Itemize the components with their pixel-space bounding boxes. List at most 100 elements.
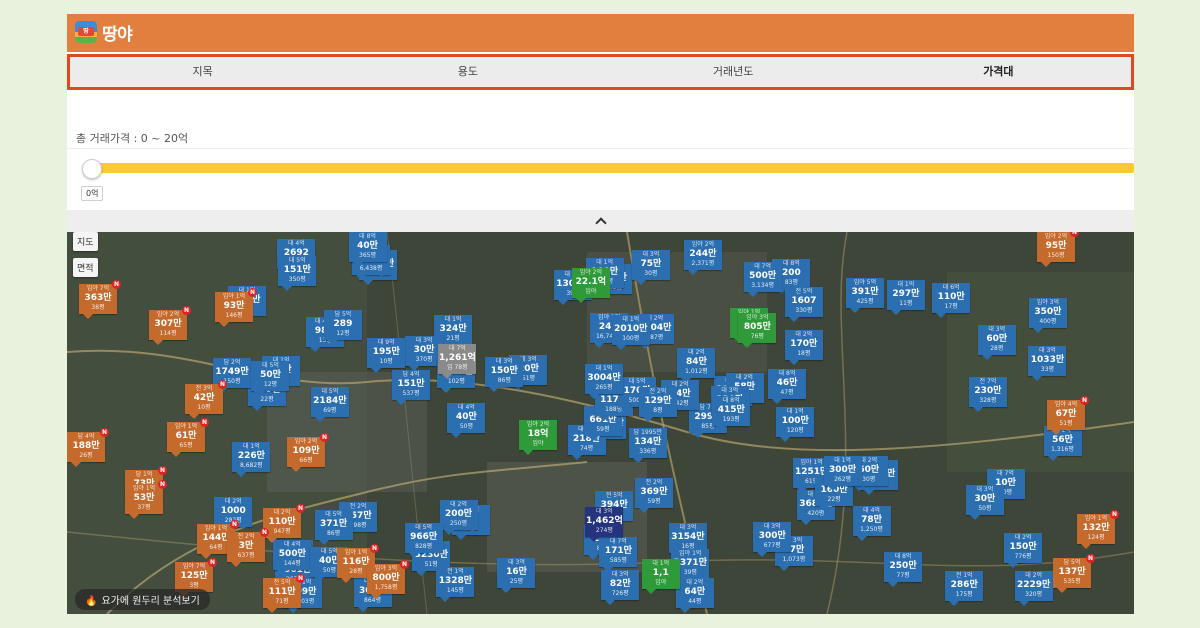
orange-price-marker[interactable]: 임야 2억 109만 66평 N	[287, 433, 329, 472]
green-price-marker[interactable]: 임야 3억 805만 76평	[738, 312, 777, 348]
blue-price-marker[interactable]: 대 8억 40만 365평	[348, 232, 387, 268]
blue-price-marker[interactable]: 대 5억 2184만 69평	[310, 387, 349, 423]
green-price-marker[interactable]: 임야 2억 22.1억 임야	[571, 268, 610, 304]
collapse-filter-button[interactable]	[67, 210, 1134, 232]
blue-price-marker[interactable]: 대 8억 46만 47평	[767, 368, 806, 404]
blue-price-marker[interactable]: 전 1억 286만 175평	[945, 570, 984, 606]
marker-type: 답 4억	[402, 370, 420, 378]
marker-price: 300만	[829, 464, 857, 475]
blue-price-marker[interactable]: 대 4억 78만 1,250평	[852, 505, 891, 541]
blue-price-marker[interactable]: 답 5억 289 12평	[323, 310, 362, 346]
blue-price-marker[interactable]: 대 2억 84만 1,012평	[677, 347, 716, 383]
blue-price-marker[interactable]: 대 1억 226만 8,682평	[232, 442, 271, 478]
blue-price-marker[interactable]: 대 3억 1033만 33평	[1028, 345, 1067, 381]
blue-price-marker[interactable]: 대 3억 82만 726평	[601, 570, 640, 606]
orange-price-marker[interactable]: 임야 1억 132만 124평 N	[1077, 510, 1119, 549]
marker-area: 2,371평	[691, 260, 715, 268]
green-price-marker[interactable]: 임야 2억 18억 임야	[519, 420, 558, 456]
blue-price-marker[interactable]: 전 2억 369만 59평	[634, 477, 673, 513]
blue-price-marker[interactable]: 대 3억 75만 30평	[631, 250, 670, 286]
blue-price-marker[interactable]: 대 7억 500만 3,134평	[743, 262, 782, 298]
orange-price-marker[interactable]: 임야 4억 67만 51평 N	[1047, 396, 1089, 435]
blue-price-marker[interactable]: 대 5억 966만 828평	[404, 522, 443, 558]
marker-type: 대 5억	[288, 256, 306, 264]
orange-price-marker[interactable]: 임야 1억 53만 37평 N	[125, 480, 167, 519]
blue-price-marker[interactable]: 전 1억 1328만 145평	[436, 566, 475, 602]
area-toggle-button[interactable]: 면적	[73, 258, 98, 277]
blue-price-marker[interactable]: 대 2억 150만 776평	[1004, 533, 1043, 569]
orange-price-marker[interactable]: 임야 1억 61만 65평 N	[167, 418, 209, 457]
blue-price-marker[interactable]: 대 8억 250만 77평	[884, 552, 923, 588]
blue-price-marker[interactable]: 대 1억 3004만 265평	[585, 364, 623, 400]
marker-type: 대 5억	[321, 388, 339, 396]
blue-price-marker[interactable]: 대 3억 150만 86평	[485, 357, 524, 393]
marker-price: 289	[333, 319, 353, 330]
blue-price-marker[interactable]: 전 2억 129만 8평	[638, 387, 677, 423]
marker-type: 대 8억	[722, 397, 740, 405]
map-layer-button[interactable]: 지도	[73, 232, 98, 251]
blue-price-marker[interactable]: 전 7억 230만 328평	[968, 377, 1007, 413]
navy-price-marker[interactable]: 대 3억 1,462억 274평	[585, 507, 624, 543]
blue-price-marker[interactable]: 대 8억 415만 193평	[712, 396, 751, 432]
blue-price-marker[interactable]: 대 4억 500만 144평	[273, 540, 312, 576]
orange-price-marker[interactable]: 임야 2억 95만 150평 N	[1037, 232, 1079, 267]
marker-type: 대 1억	[242, 443, 260, 451]
blue-price-marker[interactable]: 대 3억 30만 50평	[965, 484, 1004, 520]
gray-price-marker[interactable]: 대 7억 1,261억 임 78평	[438, 343, 477, 379]
price-slider-track[interactable]	[87, 163, 1134, 173]
marker-price: 111만	[268, 587, 296, 597]
marker-price: 109만	[292, 446, 320, 456]
orange-price-marker[interactable]: 임야 7억 363만 38평 N	[79, 280, 121, 319]
blue-price-marker[interactable]: 대 3억 60만 28평	[977, 324, 1016, 360]
blue-price-marker[interactable]: 대 9억 195만 10평	[367, 338, 406, 374]
analysis-button[interactable]: 🔥 요가에 원두리 분석보기	[75, 589, 210, 610]
blue-price-marker[interactable]: 대 1억 297만 11평	[886, 279, 925, 315]
orange-price-marker[interactable]: 임야 7억 125만 3평 N	[175, 558, 217, 597]
blue-price-marker[interactable]: 대 5억 151만 350평	[278, 255, 317, 291]
price-slider-handle[interactable]	[82, 159, 102, 179]
marker-price: 61만	[175, 431, 197, 441]
marker-price: 22.1억	[575, 277, 607, 288]
orange-price-marker[interactable]: 전 5억 111만 71평 N	[263, 574, 305, 613]
blue-price-marker[interactable]: 대 4억 40만 50평	[447, 402, 486, 438]
blue-price-marker[interactable]: 대 1억 2010만 100평	[611, 314, 650, 350]
marker-price: 100만	[781, 415, 809, 426]
blue-price-marker[interactable]: 임야 3억 350만 400평	[1028, 298, 1067, 334]
orange-price-marker[interactable]: 임야 1억 93만 146평 N	[215, 288, 257, 327]
blue-price-marker[interactable]: 답 1995만 134만 336평	[628, 428, 667, 464]
marker-price: 966만	[410, 531, 438, 542]
orange-price-marker[interactable]: 전 3억 42만 10평 N	[185, 380, 227, 419]
orange-price-marker[interactable]: 전 2억 3만 637평 N	[227, 528, 269, 567]
marker-area: 10평	[379, 358, 393, 366]
blue-price-marker[interactable]: 대 5억 371만 86평	[314, 509, 353, 545]
blue-price-marker[interactable]: 답 4억 151만 537평	[392, 369, 431, 405]
marker-area: 1,012평	[685, 367, 708, 375]
blue-price-marker[interactable]: 대 3억 300만 677평	[753, 522, 792, 558]
blue-price-marker[interactable]: 대 7억 171만 585평	[599, 537, 638, 573]
blue-price-marker[interactable]: 임야 5억 391만 425평	[846, 278, 884, 314]
blue-price-marker[interactable]: 대 2억 200만 250평	[439, 500, 478, 536]
blue-price-marker[interactable]: 대 3억 16만 25평	[497, 557, 536, 593]
blue-price-marker[interactable]: 대 1억 100만 120평	[776, 406, 815, 442]
blue-price-marker[interactable]: 대 5억 50만 12평	[251, 361, 290, 397]
marker-type: 대 6억	[942, 283, 960, 291]
orange-price-marker[interactable]: 답 4억 188만 26평 N	[67, 428, 109, 467]
blue-price-marker[interactable]: 대 1억 300만 262평	[823, 455, 862, 491]
marker-price: 188만	[72, 441, 100, 451]
orange-price-marker[interactable]: 임야 2억 307만 114평 N	[149, 306, 191, 345]
marker-area: 26평	[79, 452, 93, 459]
marker-area: 44평	[688, 598, 702, 605]
blue-price-marker[interactable]: 대 2억 170만 18평	[784, 330, 823, 366]
blue-price-marker[interactable]: 임야 2억 244만 2,371평	[683, 240, 722, 276]
blue-price-marker[interactable]: 대 6억 110만 17평	[932, 282, 971, 318]
marker-area: 3,134평	[751, 282, 774, 290]
blue-price-marker[interactable]: 대 2억 64만 44평	[675, 578, 714, 613]
marker-price: 46만	[776, 377, 798, 388]
map-view[interactable]: 지도 면적 답 1995만134만336평대 48만98만13평임야 1억231…	[67, 232, 1134, 614]
green-price-marker[interactable]: 대 1억 1,1 임야	[641, 559, 680, 595]
blue-price-marker[interactable]: 대 2억 56만 1,316평	[1043, 426, 1082, 462]
blue-price-marker[interactable]: 전 5억 1607 330평	[784, 287, 823, 323]
orange-price-marker[interactable]: 임야 3억 800만 1,758평 N	[367, 560, 409, 599]
blue-price-marker[interactable]: 대 2억 2229만 320평	[1014, 571, 1053, 607]
orange-price-marker[interactable]: 답 5억 137만 535평 N	[1053, 554, 1095, 593]
